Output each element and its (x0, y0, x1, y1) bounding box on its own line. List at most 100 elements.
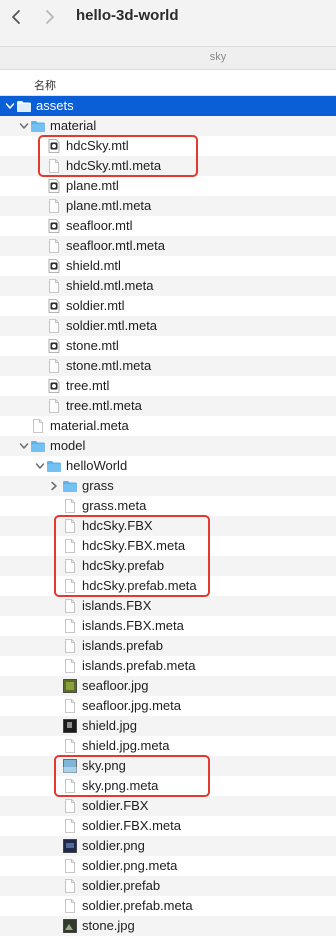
document-icon (62, 538, 78, 554)
row-label: seafloor.mtl (66, 218, 133, 233)
row-label: islands.FBX (82, 598, 152, 613)
file-row[interactable]: sky.png (0, 756, 336, 776)
file-row[interactable]: islands.prefab.meta (0, 656, 336, 676)
file-row[interactable]: stone.mtl.meta (0, 356, 336, 376)
file-row[interactable]: islands.FBX (0, 596, 336, 616)
file-row[interactable]: islands.prefab (0, 636, 336, 656)
row-label: sky.png (82, 758, 126, 773)
file-row[interactable]: seafloor.jpg (0, 676, 336, 696)
file-row[interactable]: soldier.prefab (0, 876, 336, 896)
mtl-file-icon (46, 378, 62, 394)
folder-row[interactable]: model (0, 436, 336, 456)
folder-row[interactable]: material (0, 116, 336, 136)
file-row[interactable]: hdcSky.prefab.meta (0, 576, 336, 596)
document-icon (46, 198, 62, 214)
document-icon (62, 738, 78, 754)
forward-button[interactable] (38, 6, 60, 28)
document-icon (62, 638, 78, 654)
document-icon (62, 778, 78, 794)
file-row[interactable]: plane.mtl.meta (0, 196, 336, 216)
document-icon (46, 398, 62, 414)
file-row[interactable]: hdcSky.FBX (0, 516, 336, 536)
row-label: hdcSky.mtl (66, 138, 129, 153)
row-label: soldier.FBX (82, 798, 149, 813)
disclosure-closed-icon[interactable] (48, 476, 60, 496)
file-row[interactable]: soldier.mtl.meta (0, 316, 336, 336)
file-row[interactable]: sky.png.meta (0, 776, 336, 796)
folder-row[interactable]: helloWorld (0, 456, 336, 476)
document-icon (46, 318, 62, 334)
back-button[interactable] (6, 6, 28, 28)
file-row[interactable]: stone.mtl (0, 336, 336, 356)
disclosure-open-icon[interactable] (34, 456, 46, 476)
image-thumb-dark-icon (62, 718, 78, 734)
row-label: tree.mtl.meta (66, 398, 142, 413)
window-toolbar: hello-3d-world (0, 0, 336, 46)
file-list: assets material hdcSky.mtl hdcSky.mtl.meta p… (0, 96, 336, 936)
mtl-file-icon (46, 298, 62, 314)
file-row[interactable]: hdcSky.mtl (0, 136, 336, 156)
document-icon (62, 698, 78, 714)
row-label: soldier.prefab (82, 878, 161, 893)
row-label: seafloor.jpg (82, 678, 149, 693)
file-row[interactable]: seafloor.mtl.meta (0, 236, 336, 256)
row-label: islands.FBX.meta (82, 618, 184, 633)
file-row[interactable]: stone.jpg (0, 916, 336, 936)
image-thumb-stone-icon (62, 918, 78, 934)
disclosure-open-icon[interactable] (18, 436, 30, 456)
document-icon (62, 818, 78, 834)
folder-row[interactable]: assets (0, 96, 336, 116)
file-row[interactable]: soldier.FBX (0, 796, 336, 816)
file-row[interactable]: soldier.png.meta (0, 856, 336, 876)
file-row[interactable]: islands.FBX.meta (0, 616, 336, 636)
document-icon (62, 598, 78, 614)
folder-icon (30, 118, 46, 134)
column-header: 名称 (0, 70, 336, 96)
file-row[interactable]: shield.jpg.meta (0, 736, 336, 756)
row-label: islands.prefab (82, 638, 163, 653)
disclosure-open-icon[interactable] (18, 116, 30, 136)
chevron-right-icon (46, 10, 54, 24)
row-label: soldier.mtl.meta (66, 318, 158, 333)
disclosure-open-icon[interactable] (4, 96, 16, 116)
file-row[interactable]: shield.mtl.meta (0, 276, 336, 296)
file-row[interactable]: grass.meta (0, 496, 336, 516)
folder-icon (46, 458, 62, 474)
file-row[interactable]: tree.mtl (0, 376, 336, 396)
file-row[interactable]: seafloor.jpg.meta (0, 696, 336, 716)
file-row[interactable]: shield.mtl (0, 256, 336, 276)
row-label: stone.mtl (66, 338, 119, 353)
document-icon (62, 498, 78, 514)
folder-icon (16, 98, 32, 114)
row-label: shield.mtl (66, 258, 121, 273)
row-label: islands.prefab.meta (82, 658, 196, 673)
row-label: soldier.mtl (66, 298, 125, 313)
file-row[interactable]: material.meta (0, 416, 336, 436)
row-label: grass (82, 478, 114, 493)
row-label: soldier.prefab.meta (82, 898, 193, 913)
file-row[interactable]: hdcSky.prefab (0, 556, 336, 576)
name-column-header[interactable]: 名称 (34, 77, 56, 93)
file-row[interactable]: soldier.FBX.meta (0, 816, 336, 836)
mtl-file-icon (46, 258, 62, 274)
image-thumb-sky-icon (62, 758, 78, 774)
row-label: plane.mtl (66, 178, 119, 193)
folder-icon (30, 438, 46, 454)
mtl-file-icon (46, 218, 62, 234)
file-row[interactable]: soldier.png (0, 836, 336, 856)
mtl-file-icon (46, 178, 62, 194)
document-icon (62, 518, 78, 534)
file-row[interactable]: soldier.prefab.meta (0, 896, 336, 916)
file-row[interactable]: hdcSky.FBX.meta (0, 536, 336, 556)
mtl-file-icon (46, 338, 62, 354)
folder-icon (62, 478, 78, 494)
document-icon (62, 898, 78, 914)
row-label: material.meta (50, 418, 129, 433)
file-row[interactable]: seafloor.mtl (0, 216, 336, 236)
file-row[interactable]: soldier.mtl (0, 296, 336, 316)
folder-row[interactable]: grass (0, 476, 336, 496)
file-row[interactable]: hdcSky.mtl.meta (0, 156, 336, 176)
file-row[interactable]: tree.mtl.meta (0, 396, 336, 416)
file-row[interactable]: plane.mtl (0, 176, 336, 196)
file-row[interactable]: shield.jpg (0, 716, 336, 736)
